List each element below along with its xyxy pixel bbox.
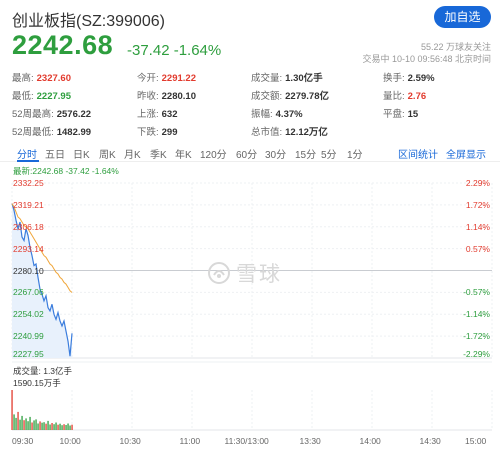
volume-bar: [39, 421, 41, 430]
price-tick-label: 2227.95: [13, 349, 44, 359]
volume-bar: [59, 423, 61, 430]
volume-max-label: 1590.15万手: [13, 378, 61, 388]
volume-bar: [65, 425, 67, 430]
volume-bar: [13, 414, 15, 430]
time-tick-label: 10:00: [59, 436, 81, 446]
volume-bar: [21, 415, 23, 430]
time-tick-label: 14:30: [419, 436, 441, 446]
volume-bar: [17, 411, 19, 430]
time-tick-label: 11:30/13:00: [224, 436, 269, 446]
percent-tick-label: -1.72%: [463, 331, 490, 342]
snowball-logo-icon: [208, 262, 230, 284]
volume-bar: [69, 425, 71, 430]
volume-bar: [29, 416, 31, 430]
volume-bar: [61, 425, 63, 430]
volume-bar: [19, 419, 21, 430]
volume-bar: [11, 390, 13, 430]
intraday-chart[interactable]: [0, 0, 500, 453]
time-tick-label: 15:00: [465, 436, 487, 446]
percent-tick-label: -2.29%: [463, 349, 490, 359]
volume-bar: [51, 423, 53, 430]
percent-tick-label: 0.57%: [465, 243, 490, 254]
volume-bar: [41, 422, 43, 430]
volume-bar: [47, 420, 49, 430]
time-tick-label: 13:30: [299, 436, 321, 446]
percent-tick-label: -0.57%: [463, 287, 490, 298]
volume-label: 成交量: 1.3亿手: [13, 366, 73, 376]
time-tick-label: 11:00: [179, 436, 201, 446]
price-tick-label: 2240.99: [13, 331, 44, 342]
watermark-text: 雪球: [236, 263, 282, 286]
price-tick-label: 2306.18: [13, 221, 44, 232]
volume-bar: [35, 419, 37, 430]
volume-bar: [71, 424, 73, 430]
price-tick-label: 2332.25: [13, 178, 44, 188]
price-tick-label: 2280.10: [13, 265, 44, 276]
percent-tick-label: 2.29%: [465, 178, 490, 188]
volume-bar: [63, 424, 65, 430]
price-tick-label: 2267.06: [13, 287, 44, 298]
percent-tick-label: 1.72%: [465, 199, 490, 210]
volume-bar: [15, 417, 17, 430]
volume-bar: [49, 424, 51, 430]
percent-tick-label: -1.14%: [463, 309, 490, 320]
volume-bar: [31, 422, 33, 430]
volume-bar: [37, 423, 39, 430]
time-tick-label: 14:00: [359, 436, 381, 446]
volume-bar: [55, 422, 57, 430]
volume-bar: [43, 422, 45, 430]
price-tick-label: 2319.21: [13, 199, 44, 210]
volume-bar: [53, 424, 55, 430]
watermark: 雪球: [207, 258, 282, 288]
time-tick-label: 09:30: [12, 436, 34, 446]
price-tick-label: 2254.02: [13, 309, 44, 320]
price-tick-label: 2293.14: [13, 243, 44, 254]
volume-bar: [25, 418, 27, 430]
volume-bar: [27, 421, 29, 430]
volume-bar: [45, 423, 47, 430]
volume-bar: [33, 420, 35, 430]
volume-bar: [23, 420, 25, 430]
percent-tick-label: 1.14%: [465, 221, 490, 232]
volume-bar: [67, 423, 69, 430]
volume-bar: [57, 424, 59, 430]
time-tick-label: 10:30: [119, 436, 141, 446]
